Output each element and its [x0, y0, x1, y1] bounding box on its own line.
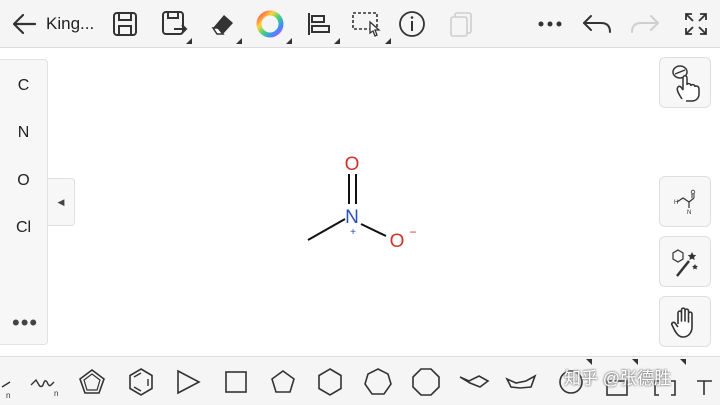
element-carbon-button[interactable]: C [0, 77, 47, 95]
text-box-icon [697, 380, 712, 395]
element-panel: C N O Cl ••• [0, 59, 48, 345]
svg-text:n: n [54, 389, 58, 398]
save-icon[interactable] [105, 4, 145, 44]
functional-group-icon: H N [674, 189, 696, 216]
hand-pan-icon [670, 306, 693, 338]
redo-icon [625, 4, 665, 44]
selection-icon[interactable] [347, 4, 387, 44]
functional-group-tool-button[interactable]: H N [659, 176, 711, 227]
square-tool[interactable] [219, 365, 253, 399]
svg-text:H: H [674, 200, 678, 206]
benzene-tool[interactable] [124, 365, 158, 399]
hand-draw-icon [672, 64, 700, 102]
octagon-icon [412, 368, 440, 396]
magic-wand-icon [672, 248, 698, 277]
chair-icon [459, 375, 490, 388]
cyclopentadiene-tool[interactable] [75, 365, 109, 399]
align-icon[interactable] [298, 4, 338, 44]
element-chlorine-button[interactable]: Cl [0, 219, 47, 237]
chain-tool[interactable]: n [0, 365, 28, 399]
undo-icon[interactable] [577, 4, 617, 44]
nitrogen-charge: + [350, 227, 356, 238]
submenu-indicator [236, 38, 242, 44]
pentagon-tool[interactable] [266, 365, 300, 399]
more-icon[interactable] [530, 4, 570, 44]
hand-draw-tool-button[interactable] [659, 57, 711, 108]
wavy-bond-tool[interactable]: n [28, 365, 62, 399]
heptagon-icon [364, 368, 392, 395]
submenu-indicator [334, 38, 340, 44]
octagon-tool[interactable] [409, 365, 443, 399]
submenu-indicator [385, 38, 391, 44]
submenu-indicator [186, 38, 192, 44]
watermark: 知乎 @张德胜 [564, 369, 671, 388]
hexagon-tool[interactable] [313, 365, 347, 399]
single-bond[interactable] [307, 218, 346, 241]
wavy-bond-icon: n [30, 378, 58, 398]
more-elements-button[interactable]: ••• [12, 312, 38, 334]
square-icon [225, 371, 247, 393]
atom-oxygen-top[interactable]: O [345, 154, 360, 175]
atom-oxygen-right[interactable]: O [390, 231, 405, 252]
svg-text:N: N [687, 210, 691, 216]
boat-icon [505, 374, 537, 389]
info-icon[interactable] [392, 4, 432, 44]
pan-tool-button[interactable] [659, 296, 711, 347]
heptagon-tool[interactable] [361, 365, 395, 399]
pentagon-icon [271, 370, 295, 393]
drawing-canvas[interactable]: O N + O − [80, 49, 650, 355]
document-title[interactable]: King... [46, 14, 94, 34]
oxygen-charge: − [409, 225, 416, 239]
submenu-indicator [286, 38, 292, 44]
chain-icon: n [1, 381, 10, 399]
benzene-icon [129, 368, 153, 396]
hexagon-icon [318, 368, 342, 396]
back-arrow-icon[interactable] [4, 4, 44, 44]
color-wheel-icon[interactable] [250, 4, 290, 44]
top-toolbar: King... [0, 0, 720, 48]
svg-text:n: n [6, 391, 10, 399]
element-nitrogen-button[interactable]: N [0, 124, 47, 142]
triangle-tool[interactable] [171, 365, 205, 399]
collapse-panel-toggle[interactable]: ◀ [48, 178, 75, 226]
cyclopentadiene-icon [79, 369, 105, 394]
fullscreen-icon[interactable] [676, 4, 716, 44]
single-bond[interactable] [360, 223, 387, 237]
atom-nitrogen[interactable]: N [345, 207, 359, 228]
chair-conformation-tool[interactable] [457, 365, 491, 399]
element-oxygen-button[interactable]: O [0, 172, 47, 190]
text-tool[interactable] [690, 365, 720, 399]
copy-icon [441, 4, 481, 44]
boat-conformation-tool[interactable] [504, 365, 538, 399]
triangle-icon [177, 369, 201, 395]
magic-wand-tool-button[interactable] [659, 236, 711, 287]
triangle-left-icon: ◀ [57, 196, 65, 207]
